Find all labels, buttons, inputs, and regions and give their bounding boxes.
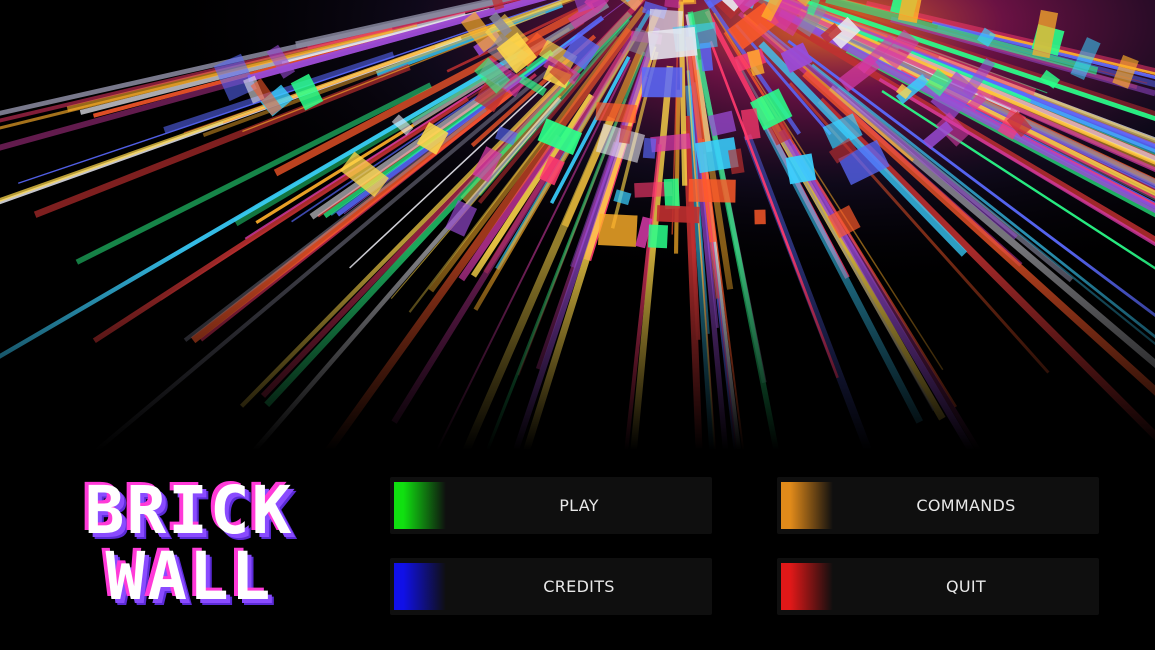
background-artwork: [0, 0, 1155, 450]
credits-accent-bar: [394, 563, 446, 610]
quit-button[interactable]: QUIT: [777, 558, 1099, 615]
game-logo: BRICK WALL: [44, 474, 334, 614]
quit-accent-bar: [781, 563, 833, 610]
play-accent-bar: [394, 482, 446, 529]
main-menu-screen: BRICK WALL PLAY COMMANDS CREDITS QUIT: [0, 0, 1155, 650]
credits-button-label: CREDITS: [543, 577, 615, 596]
commands-accent-bar: [781, 482, 833, 529]
logo-title-line-1: BRICK: [84, 472, 294, 549]
logo-title-line-2: WALL: [105, 538, 273, 615]
commands-button-label: COMMANDS: [916, 496, 1016, 515]
quit-button-label: QUIT: [946, 577, 986, 596]
play-button-label: PLAY: [559, 496, 599, 515]
commands-button[interactable]: COMMANDS: [777, 477, 1099, 534]
play-button[interactable]: PLAY: [390, 477, 712, 534]
credits-button[interactable]: CREDITS: [390, 558, 712, 615]
